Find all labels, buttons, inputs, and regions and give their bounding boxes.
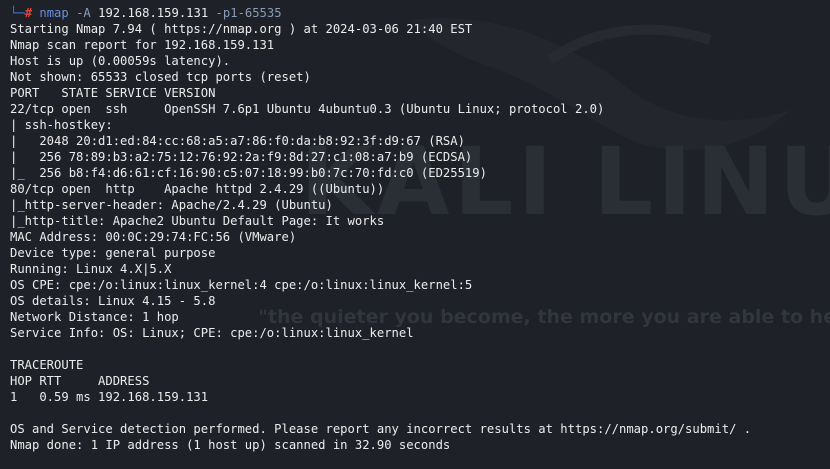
command-prompt-line[interactable]: └─# nmap -A 192.168.159.131 -p1-65535 (10, 5, 751, 21)
output-line: Service Info: OS: Linux; CPE: cpe:/o:lin… (10, 326, 414, 340)
output-line: Not shown: 65533 closed tcp ports (reset… (10, 70, 311, 84)
prompt-symbol: # (24, 6, 33, 20)
terminal-output: └─# nmap -A 192.168.159.131 -p1-65535 St… (10, 5, 751, 453)
output-line: Nmap scan report for 192.168.159.131 (10, 38, 275, 52)
output-line: OS and Service detection performed. Plea… (10, 422, 752, 436)
output-line: Host is up (0.00059s latency). (10, 54, 231, 68)
output-line: |_http-server-header: Apache/2.4.29 (Ubu… (10, 198, 333, 212)
output-line: 1 0.59 ms 192.168.159.131 (10, 390, 209, 404)
command-name: nmap (39, 6, 69, 20)
output-line: | ssh-hostkey: (10, 118, 121, 132)
output-line: |_ 256 b8:f4:d6:61:cf:16:90:c5:07:18:99:… (10, 166, 487, 180)
output-line: 22/tcp open ssh OpenSSH 7.6p1 Ubuntu 4ub… (10, 102, 605, 116)
output-line: Starting Nmap 7.94 ( https://nmap.org ) … (10, 22, 473, 36)
output-line: MAC Address: 00:0C:29:74:FC:56 (VMware) (10, 230, 297, 244)
prompt-branch: └─ (10, 6, 25, 20)
output-line: 80/tcp open http Apache httpd 2.4.29 ((U… (10, 182, 385, 196)
output-line: TRACEROUTE (10, 358, 84, 372)
output-line: Running: Linux 4.X|5.X (10, 262, 172, 276)
output-line: HOP RTT ADDRESS (10, 374, 150, 388)
output-line: Device type: general purpose (10, 246, 216, 260)
output-line: |_http-title: Apache2 Ubuntu Default Pag… (10, 214, 385, 228)
command-flag: -A (76, 6, 91, 20)
output-line: OS CPE: cpe:/o:linux:linux_kernel:4 cpe:… (10, 278, 473, 292)
terminal-window[interactable]: KALI LINUX "the quieter you become, the … (0, 0, 830, 469)
command-target: 192.168.159.131 (98, 6, 209, 20)
output-line: PORT STATE SERVICE VERSION (10, 86, 216, 100)
output-line: Nmap done: 1 IP address (1 host up) scan… (10, 438, 451, 452)
output-line: OS details: Linux 4.15 - 5.8 (10, 294, 216, 308)
output-line: Network Distance: 1 hop (10, 310, 179, 324)
output-line: | 256 78:89:b3:a2:75:12:76:92:2a:f9:8d:2… (10, 150, 473, 164)
output-line: | 2048 20:d1:ed:84:cc:68:a5:a7:86:f0:da:… (10, 134, 465, 148)
command-ports: -p1-65535 (215, 6, 282, 20)
